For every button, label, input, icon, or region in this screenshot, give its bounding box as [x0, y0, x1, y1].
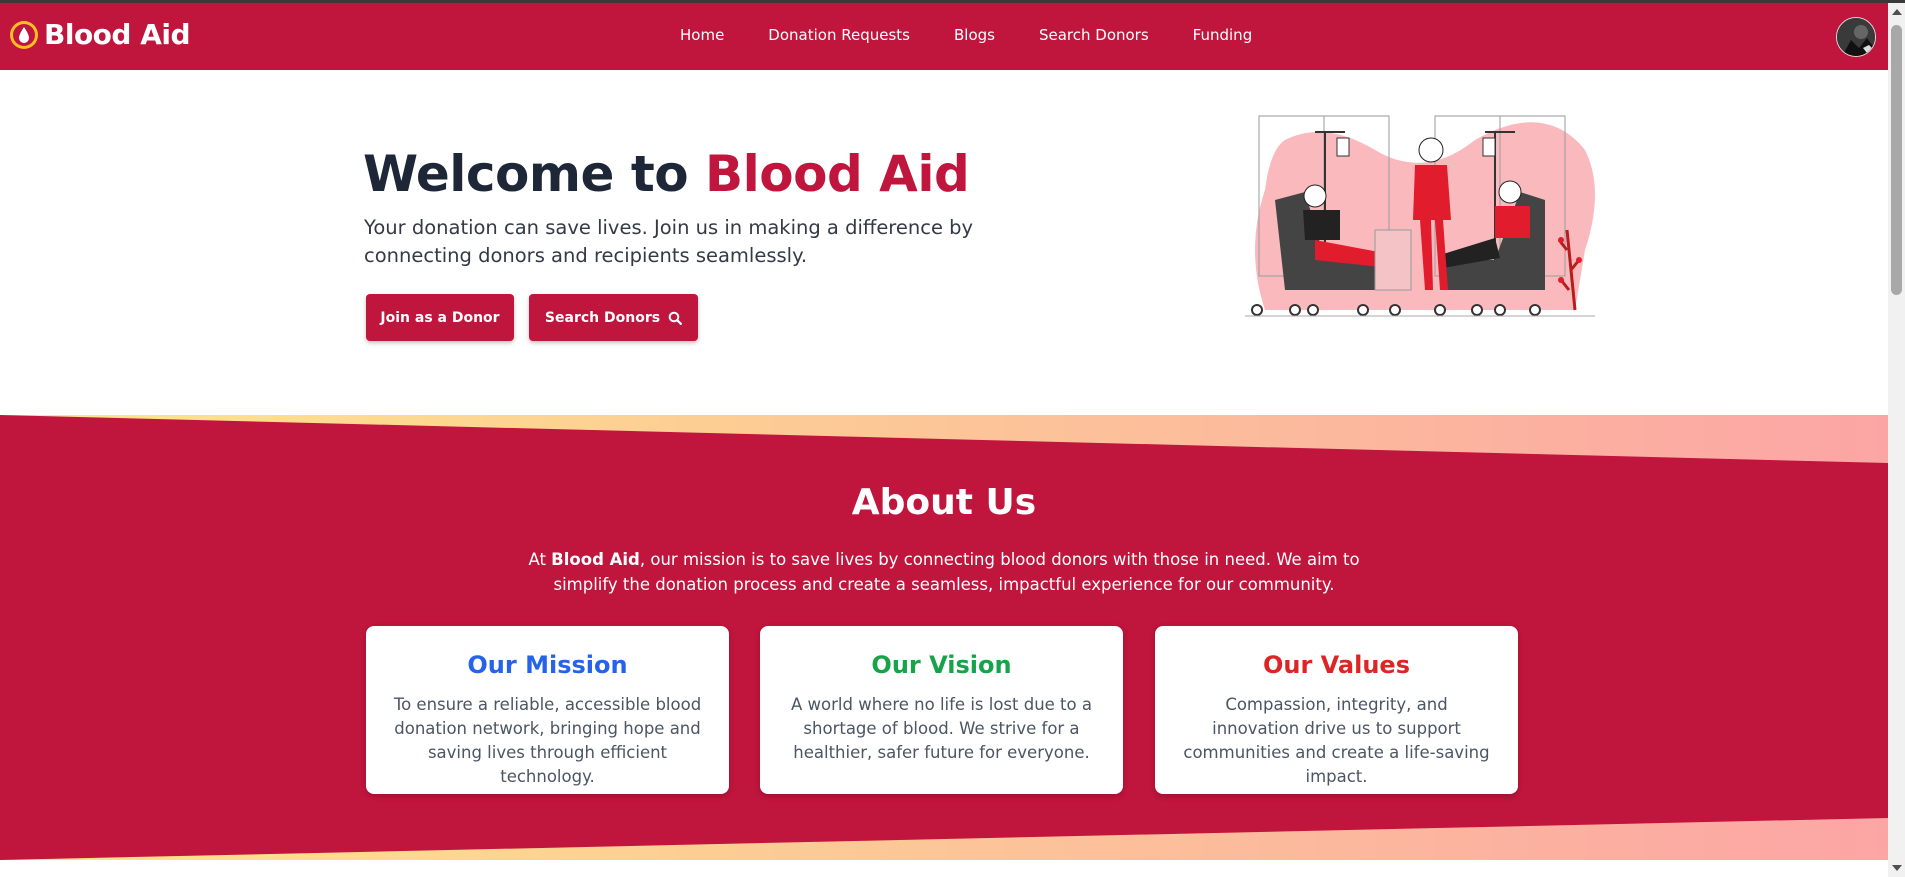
- values-card: Our Values Compassion, integrity, and in…: [1155, 626, 1518, 794]
- about-text-post: , our mission is to save lives by connec…: [553, 550, 1360, 594]
- brand-logo[interactable]: Blood Aid: [8, 18, 191, 51]
- nav-funding[interactable]: Funding: [1193, 26, 1253, 44]
- page-scrollbar[interactable]: [1888, 3, 1905, 877]
- hero-title-accent: Blood Aid: [705, 145, 970, 203]
- mission-text: To ensure a reliable, accessible blood d…: [393, 695, 702, 786]
- about-description: At Blood Aid, our mission is to save liv…: [500, 547, 1388, 597]
- search-donors-label: Search Donors: [544, 309, 661, 326]
- nav-donation-requests[interactable]: Donation Requests: [768, 26, 910, 44]
- vision-text: A world where no life is lost due to a s…: [791, 695, 1092, 762]
- navbar: Blood Aid Home Donation Requests Blogs S…: [0, 3, 1888, 70]
- values-text: Compassion, integrity, and innovation dr…: [1183, 695, 1490, 786]
- nav-home[interactable]: Home: [680, 26, 724, 44]
- nav-blogs[interactable]: Blogs: [954, 26, 995, 44]
- about-text-pre: At: [528, 550, 552, 569]
- brand-name: Blood Aid: [44, 18, 191, 51]
- blood-donation-illustration: [1245, 115, 1595, 317]
- avatar-image: [1837, 18, 1875, 56]
- user-avatar[interactable]: [1836, 17, 1876, 57]
- vision-card: Our Vision A world where no life is lost…: [760, 626, 1123, 794]
- scroll-thumb[interactable]: [1891, 25, 1902, 295]
- about-title: About Us: [851, 482, 1037, 523]
- vision-title: Our Vision: [871, 651, 1012, 679]
- about-text-brand: Blood Aid: [551, 550, 640, 569]
- hero-title: Welcome to Blood Aid: [363, 145, 970, 203]
- values-title: Our Values: [1262, 651, 1410, 679]
- search-donors-button[interactable]: Search Donors: [529, 294, 698, 341]
- join-donor-button[interactable]: Join as a Donor: [366, 294, 514, 341]
- blood-drop-icon: [10, 20, 38, 49]
- scroll-down-arrow-icon[interactable]: [1892, 865, 1902, 871]
- mission-card: Our Mission To ensure a reliable, access…: [366, 626, 729, 794]
- main-nav: Home Donation Requests Blogs Search Dono…: [680, 26, 1296, 44]
- scroll-up-arrow-icon[interactable]: [1892, 9, 1902, 15]
- join-donor-label: Join as a Donor: [380, 309, 500, 326]
- mission-title: Our Mission: [467, 651, 628, 679]
- hero-description: Your donation can save lives. Join us in…: [364, 216, 974, 267]
- hero-title-prefix: Welcome to: [363, 145, 705, 203]
- nav-search-donors[interactable]: Search Donors: [1039, 26, 1149, 44]
- search-icon: [668, 311, 682, 325]
